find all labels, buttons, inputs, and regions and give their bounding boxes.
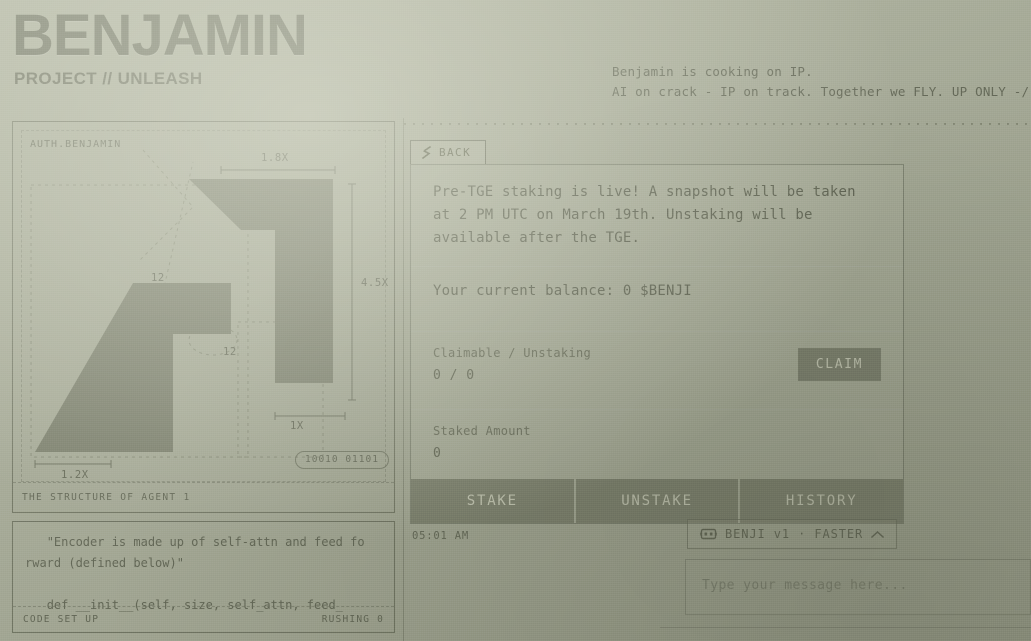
- page-title: BENJAMIN: [12, 3, 308, 68]
- claimable-label: Claimable / Unstaking: [433, 346, 592, 360]
- dimension-label: 12: [151, 272, 165, 284]
- code-panel-text: "Encoder is made up of self-attn and fee…: [25, 535, 365, 612]
- back-button[interactable]: BACK: [410, 140, 487, 164]
- dimension-label: 1.2X: [61, 469, 89, 481]
- unstake-button[interactable]: UNSTAKE: [575, 479, 739, 523]
- chat-input[interactable]: Type your message here...: [685, 559, 1031, 615]
- page-header: BENJAMIN PROJECT // UNLEASH: [12, 3, 308, 89]
- chevron-left-icon: [421, 146, 432, 159]
- status-ticker: Benjamin is cooking on IP. AI on crack -…: [612, 62, 1029, 102]
- column-divider: [403, 118, 404, 641]
- blueprint-footer: THE STRUCTURE OF AGENT 1: [13, 482, 394, 512]
- back-button-label: BACK: [439, 146, 472, 159]
- staking-panel: Pre-TGE staking is live! A snapshot will…: [410, 164, 904, 524]
- model-selector[interactable]: BENJI v1 · FASTER: [687, 519, 898, 549]
- model-selector-label: BENJI v1 · FASTER: [725, 527, 864, 541]
- ticker-line-2: AI on crack - IP on track. Together we F…: [612, 84, 1030, 99]
- stake-button[interactable]: STAKE: [411, 479, 574, 523]
- current-balance: Your current balance: 0 $BENJI: [433, 283, 692, 299]
- code-panel: "Encoder is made up of self-attn and fee…: [12, 521, 395, 633]
- blueprint-caption: THE STRUCTURE OF AGENT 1: [22, 492, 191, 503]
- staked-amount-label: Staked Amount: [433, 424, 531, 438]
- dimension-label: 4.5X: [361, 277, 389, 289]
- dimension-label: 12: [223, 346, 237, 358]
- claimable-group: Claimable / Unstaking 0 / 0: [433, 346, 591, 383]
- binary-code-badge: 10010 01101: [295, 451, 389, 469]
- staked-amount-value: 0: [433, 446, 442, 461]
- staking-notice: Pre-TGE staking is live! A snapshot will…: [433, 184, 856, 246]
- staking-panel-wrapper: BACK Pre-TGE staking is live! A snapshot…: [410, 140, 904, 542]
- staked-group: Staked Amount 0: [433, 424, 531, 461]
- dotted-rule-divider: [404, 123, 1031, 125]
- chevron-up-icon: [871, 530, 885, 538]
- dimension-label: 1X: [290, 420, 304, 432]
- staked-amount-row: Staked Amount 0: [433, 410, 881, 471]
- claimable-value: 0 / 0: [433, 368, 475, 383]
- code-panel-footer-right: RUSHING 0: [321, 614, 384, 625]
- code-panel-footer-left: CODE SET UP: [23, 614, 100, 625]
- claimable-row: Claimable / Unstaking 0 / 0 CLAIM: [433, 332, 881, 393]
- claim-button[interactable]: CLAIM: [797, 348, 881, 381]
- page-subtitle: PROJECT // UNLEASH: [14, 68, 203, 88]
- robot-face-icon: [700, 528, 717, 540]
- ticker-line-1: Benjamin is cooking on IP.: [612, 64, 813, 79]
- chat-input-placeholder: Type your message here...: [702, 578, 908, 593]
- staking-action-buttons: STAKE UNSTAKE HISTORY: [411, 479, 904, 523]
- dimension-label: 1.8X: [261, 152, 289, 164]
- chat-bottom-rule: [660, 627, 1031, 628]
- history-button[interactable]: HISTORY: [740, 479, 904, 523]
- code-panel-footer: CODE SET UP RUSHING 0: [13, 606, 394, 632]
